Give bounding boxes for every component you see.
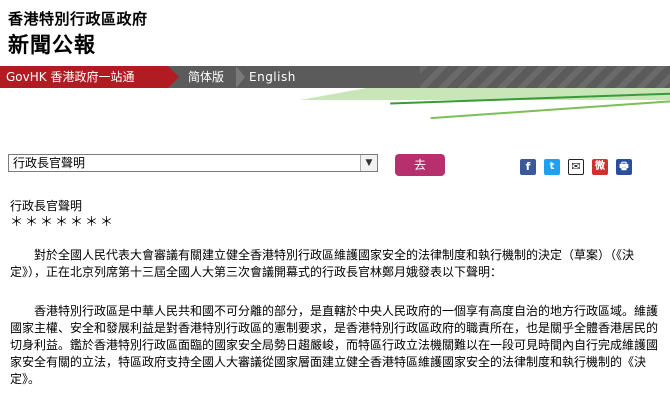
nav-separator	[236, 66, 245, 88]
decoration-line	[430, 99, 670, 120]
top-nav-bar: GovHK 香港政府一站通 简体版 English	[0, 66, 670, 88]
article-title: 行政長官聲明	[10, 199, 83, 213]
nav-decoration	[420, 66, 670, 88]
article-paragraph-2: 香港特別行政區是中華人民共和國不可分離的部分，是直轄於中央人民政府的一個享有高度…	[10, 304, 659, 386]
header-decoration	[0, 88, 670, 138]
twitter-icon[interactable]: t	[544, 159, 560, 175]
site-header: 香港特別行政區政府 新聞公報	[0, 0, 670, 66]
weibo-icon[interactable]: 微	[592, 159, 608, 175]
facebook-icon[interactable]: f	[520, 159, 536, 175]
english-link[interactable]: English	[249, 66, 296, 88]
simplified-chinese-link[interactable]: 简体版	[188, 66, 224, 88]
article-separator: ＊＊＊＊＊＊＊	[10, 215, 116, 230]
site-title-press-releases[interactable]: 新聞公報	[8, 29, 96, 59]
print-icon[interactable]: 🖶	[616, 159, 632, 175]
email-icon[interactable]: ✉	[568, 159, 584, 175]
category-select-value: 行政長官聲明	[13, 156, 86, 170]
site-title-government: 香港特別行政區政府	[8, 10, 148, 28]
category-select[interactable]: 行政長官聲明 ▼	[8, 154, 378, 172]
article-paragraph-1: 對於全國人民代表大會審議有關建立健全香港特別行政區維護國家安全的法律制度和執行機…	[10, 248, 635, 279]
go-button[interactable]: 去	[395, 154, 445, 176]
govhk-link[interactable]: GovHK 香港政府一站通	[0, 66, 179, 88]
chevron-down-icon[interactable]: ▼	[360, 155, 377, 171]
